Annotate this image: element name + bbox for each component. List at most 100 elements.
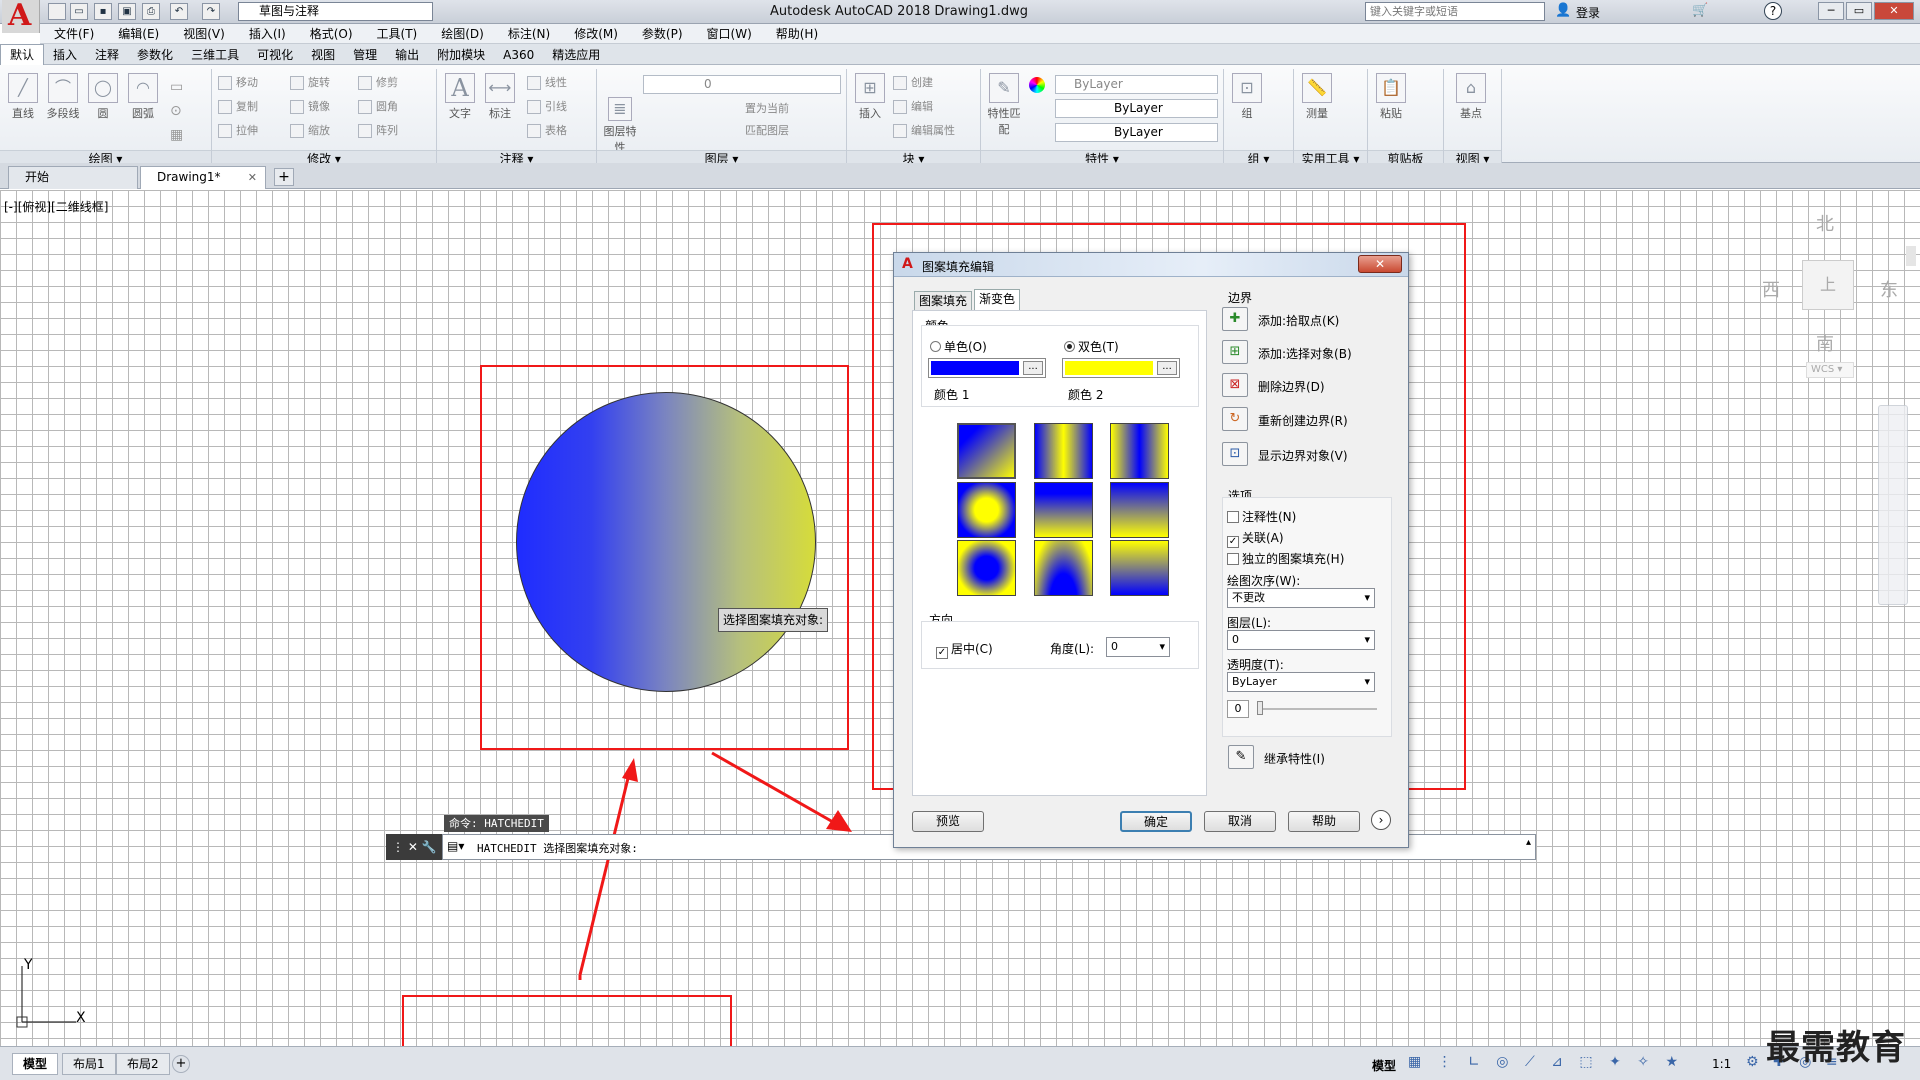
color2-browse-button[interactable]: ... (1157, 361, 1177, 375)
lineweight-dropdown[interactable]: ByLayer (1055, 123, 1218, 142)
viewcube-east[interactable]: 东 (1880, 276, 1898, 302)
circle-tool[interactable]: ◯ 圆 (84, 73, 122, 121)
tab-home[interactable]: 默认 (0, 44, 45, 65)
match-properties-tool[interactable]: ✎ 特性匹配 (985, 73, 1023, 137)
new-tab-button[interactable]: + (274, 168, 294, 186)
more-options-icon[interactable]: › (1371, 810, 1391, 830)
menu-edit[interactable]: 编辑(E) (118, 24, 159, 44)
tab-view[interactable]: 视图 (302, 45, 344, 65)
tab-output[interactable]: 输出 (386, 45, 428, 65)
table-tool[interactable]: 表格 (527, 121, 567, 141)
edit-attributes-tool[interactable]: 编辑属性 (893, 121, 955, 141)
user-icon[interactable]: 👤 (1555, 3, 1571, 18)
print-icon[interactable]: ⎙ (142, 3, 160, 20)
color-dropdown[interactable]: ByLayer (1055, 75, 1218, 94)
arc-tool[interactable]: ◠ 圆弧 (124, 73, 162, 121)
fillet-tool[interactable]: 圆角 (358, 97, 398, 117)
dialog-close-button[interactable]: ✕ (1358, 255, 1402, 273)
tab-3d-tools[interactable]: 三维工具 (182, 45, 248, 65)
undo-icon[interactable]: ↶ (170, 3, 188, 20)
viewcube-face[interactable]: 上 (1802, 260, 1854, 310)
search-input[interactable]: 键入关键字或短语 (1365, 2, 1545, 21)
measure-tool[interactable]: 📏 测量 (1298, 73, 1336, 121)
color2-selector[interactable]: ... (1062, 358, 1180, 378)
tab-manage[interactable]: 管理 (344, 45, 386, 65)
add-layout-button[interactable]: + (172, 1055, 190, 1073)
rotate-tool[interactable]: 旋转 (290, 73, 330, 93)
stretch-tool[interactable]: 拉伸 (218, 121, 258, 141)
mirror-tool[interactable]: 镜像 (290, 97, 330, 117)
one-color-radio[interactable]: 单色(O) (930, 338, 987, 355)
help-button[interactable]: ? (1764, 2, 1782, 20)
tab-parametric[interactable]: 参数化 (128, 45, 182, 65)
layout-tab-model[interactable]: 模型 (12, 1053, 59, 1075)
layout-tab-2[interactable]: 布局2 (116, 1053, 170, 1075)
workspace-select[interactable]: 草图与注释 (238, 2, 433, 21)
cancel-button[interactable]: 取消 (1204, 811, 1276, 832)
copy-tool[interactable]: 复制 (218, 97, 258, 117)
recreate-boundary-button[interactable]: ↻ 重新创建边界(R) (1222, 407, 1394, 433)
polyline-tool[interactable]: ⌒ 多段线 (44, 73, 82, 121)
add-select-objects-button[interactable]: ⊞ 添加:选择对象(B) (1222, 340, 1394, 366)
draw-order-select[interactable]: 不更改 (1227, 588, 1375, 608)
gradient-pattern-curved[interactable] (1110, 482, 1169, 538)
associative-checkbox[interactable]: ✓ 关联(A) (1227, 529, 1284, 548)
tab-insert[interactable]: 插入 (44, 45, 86, 65)
layout-tab-1[interactable]: 布局1 (62, 1053, 116, 1075)
annotative-checkbox[interactable]: 注释性(N) (1227, 508, 1296, 525)
command-history-toggle[interactable]: ▴ (1526, 837, 1531, 848)
dialog-title-bar[interactable]: A 图案填充编辑 ✕ (894, 253, 1408, 277)
command-line-grip[interactable]: ⋮ ✕ 🔧 (386, 834, 442, 860)
edit-block-tool[interactable]: 编辑 (893, 97, 933, 117)
gradient-pattern-inverted-cylinder[interactable] (1110, 423, 1169, 479)
minimize-button[interactable]: ─ (1818, 2, 1844, 20)
menu-modify[interactable]: 修改(M) (574, 24, 618, 44)
tab-hatch[interactable]: 图案填充 (914, 291, 973, 311)
help-dialog-button[interactable]: 帮助 (1288, 811, 1360, 832)
centered-checkbox[interactable]: ✓ 居中(C) (936, 640, 993, 659)
line-tool[interactable]: ╱ 直线 (4, 73, 42, 121)
gradient-pattern-inverted-hemispherical[interactable] (1034, 540, 1093, 596)
viewcube-west[interactable]: 西 (1762, 276, 1780, 302)
view-selections-button[interactable]: ⊡ 显示边界对象(V) (1222, 442, 1394, 468)
gradient-pattern-linear-diagonal[interactable] (957, 423, 1016, 479)
transparency-slider-thumb[interactable] (1257, 701, 1263, 715)
app-logo[interactable]: A (2, 0, 40, 33)
layer-properties-tool[interactable]: ≣ 图层特性 (601, 97, 639, 155)
move-tool[interactable]: 移动 (218, 73, 258, 93)
menu-tools[interactable]: 工具(T) (377, 24, 418, 44)
gradient-pattern-hemispherical[interactable] (1034, 482, 1093, 538)
tab-gradient[interactable]: 渐变色 (974, 289, 1021, 311)
draw-more-icons[interactable]: ▭ ⊙ ▦ (170, 75, 206, 147)
array-tool[interactable]: 阵列 (358, 121, 398, 141)
color1-browse-button[interactable]: ... (1023, 361, 1043, 375)
viewcube[interactable]: 北 西 上 东 南 (1760, 200, 1920, 355)
color1-selector[interactable]: ... (928, 358, 1046, 378)
tab-annotate[interactable]: 注释 (86, 45, 128, 65)
gradient-pattern-inverted-spherical[interactable] (957, 540, 1016, 596)
close-window-button[interactable]: ✕ (1874, 2, 1914, 20)
transparency-value-box[interactable]: 0 (1227, 700, 1249, 718)
save-as-icon[interactable]: ▣ (118, 3, 136, 20)
base-point-tool[interactable]: ⌂ 基点 (1452, 73, 1490, 121)
match-layer-tool[interactable]: 匹配图层 (745, 121, 789, 141)
insert-block-tool[interactable]: ⊞ 插入 (851, 73, 889, 121)
menu-dimension[interactable]: 标注(N) (508, 24, 550, 44)
tab-featured-apps[interactable]: 精选应用 (543, 45, 609, 65)
close-tab-icon[interactable]: ✕ (248, 167, 257, 188)
login-link[interactable]: 登录 (1576, 4, 1600, 21)
add-pick-points-button[interactable]: ✚ 添加:拾取点(K) (1222, 307, 1394, 333)
doc-tab-drawing1[interactable]: Drawing1* ✕ (140, 166, 266, 189)
gradient-pattern-cylinder[interactable] (1034, 423, 1093, 479)
viewcube-south[interactable]: 南 (1816, 330, 1834, 356)
viewcube-north[interactable]: 北 (1816, 210, 1834, 236)
gradient-pattern-spherical[interactable] (957, 482, 1016, 538)
text-tool[interactable]: A 文字 (441, 73, 479, 121)
tab-addins[interactable]: 附加模块 (428, 45, 494, 65)
paste-tool[interactable]: 📋 粘贴 (1372, 73, 1410, 121)
wcs-dropdown[interactable]: WCS ▾ (1806, 362, 1854, 378)
trim-tool[interactable]: 修剪 (358, 73, 398, 93)
menu-window[interactable]: 窗口(W) (707, 24, 752, 44)
leader-tool[interactable]: 引线 (527, 97, 567, 117)
scale-tool[interactable]: 缩放 (290, 121, 330, 141)
